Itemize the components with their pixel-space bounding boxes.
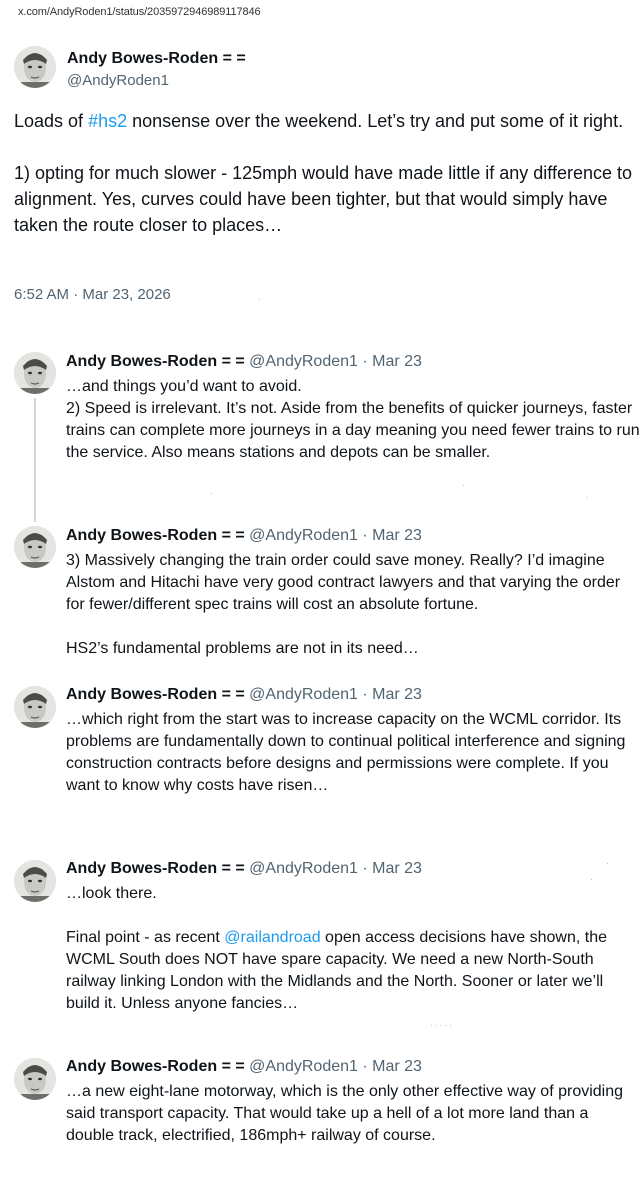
mention-link[interactable]: @railandroad [224, 929, 320, 946]
main-tweet-text: Loads of #hs2 nonsense over the weekend.… [14, 108, 634, 238]
avatar-photo [14, 686, 56, 728]
avatar-photo [14, 46, 56, 88]
main-text-suffix: nonsense over the weekend. Let’s try and… [127, 111, 624, 131]
author-name[interactable]: Andy Bowes-Roden = = [66, 527, 245, 544]
author-name[interactable]: Andy Bowes-Roden = = [66, 1058, 245, 1075]
reply-paragraph: …a new eight-lane motorway, which is the… [66, 1083, 624, 1144]
author-name[interactable]: Andy Bowes-Roden = = [66, 353, 245, 370]
reply-text: …and things you’d want to avoid. 2) Spee… [66, 376, 640, 464]
reply-meta[interactable]: @AndyRoden1 · Mar 23 [249, 1058, 422, 1075]
reply-header: Andy Bowes-Roden = = @AndyRoden1 · Mar 2… [66, 686, 422, 704]
scan-artifact: . [586, 490, 591, 501]
reply-paragraph: …and things you’d want to avoid. [66, 378, 302, 395]
main-text-prefix: Loads of [14, 111, 89, 131]
reply-meta[interactable]: @AndyRoden1 · Mar 23 [249, 860, 422, 877]
author-name[interactable]: Andy Bowes-Roden = = [66, 686, 245, 703]
scan-artifact: . [606, 856, 611, 867]
reply-paragraph: Final point - as recent @railandroad ope… [66, 927, 640, 1015]
avatar[interactable] [14, 526, 56, 568]
avatar-photo [14, 1058, 56, 1100]
avatar-photo [14, 352, 56, 394]
avatar[interactable] [14, 352, 56, 394]
reply-paragraph: 3) Massively changing the train order co… [66, 552, 621, 613]
reply-paragraph: HS2’s fundamental problems are not in it… [66, 640, 419, 657]
reply-text: …look there. Final point - as recent @ra… [66, 883, 640, 1015]
reply-header: Andy Bowes-Roden = = @AndyRoden1 · Mar 2… [66, 1058, 422, 1076]
url-bar[interactable]: x.com/AndyRoden1/status/2035972946989117… [18, 6, 261, 18]
author-name[interactable]: Andy Bowes-Roden = = [67, 50, 246, 68]
reply-text-prefix: Final point - as recent [66, 929, 225, 946]
reply-meta[interactable]: @AndyRoden1 · Mar 23 [249, 527, 422, 544]
hashtag-link[interactable]: #hs2 [88, 111, 127, 131]
author-name[interactable]: Andy Bowes-Roden = = [66, 860, 245, 877]
scan-artifact: . [210, 486, 215, 497]
avatar-photo [14, 526, 56, 568]
reply-header: Andy Bowes-Roden = = @AndyRoden1 · Mar 2… [66, 353, 422, 371]
reply-paragraph: …which right from the start was to incre… [66, 711, 626, 794]
scan-artifact: . [462, 478, 467, 489]
thread-line [34, 398, 36, 522]
avatar[interactable] [14, 1058, 56, 1100]
reply-text: …which right from the start was to incre… [66, 709, 640, 797]
scan-artifact: ..... [430, 1018, 454, 1029]
reply-meta[interactable]: @AndyRoden1 · Mar 23 [249, 686, 422, 703]
tweet-timestamp[interactable]: 6:52 AM · Mar 23, 2026 [14, 286, 171, 303]
author-handle[interactable]: @AndyRoden1 [67, 72, 169, 89]
reply-paragraph: …look there. [66, 885, 157, 902]
main-tweet-paragraph-2: 1) opting for much slower - 125mph would… [14, 163, 632, 235]
reply-header: Andy Bowes-Roden = = @AndyRoden1 · Mar 2… [66, 527, 422, 545]
reply-text: 3) Massively changing the train order co… [66, 550, 640, 660]
reply-paragraph: 2) Speed is irrelevant. It’s not. Aside … [66, 400, 640, 461]
scan-artifact: . [590, 872, 595, 883]
avatar-photo [14, 860, 56, 902]
reply-meta[interactable]: @AndyRoden1 · Mar 23 [249, 353, 422, 370]
reply-header: Andy Bowes-Roden = = @AndyRoden1 · Mar 2… [66, 860, 422, 878]
avatar[interactable] [14, 686, 56, 728]
reply-text: …a new eight-lane motorway, which is the… [66, 1081, 640, 1147]
avatar[interactable] [14, 860, 56, 902]
avatar[interactable] [14, 46, 56, 88]
scan-artifact: . [258, 292, 263, 303]
